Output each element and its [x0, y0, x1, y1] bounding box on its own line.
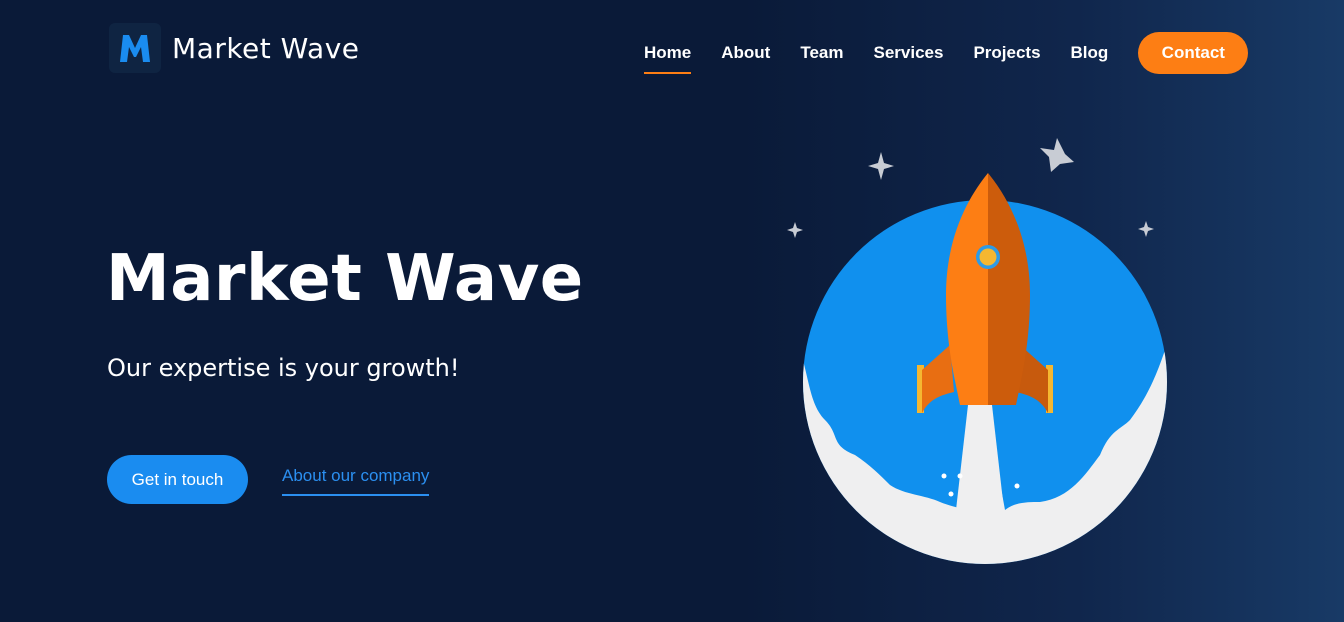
- star-icon: [1138, 221, 1154, 237]
- star-icon: [868, 152, 894, 180]
- brand-logo[interactable]: Market Wave: [109, 23, 360, 73]
- logo-mark-icon: [109, 23, 161, 73]
- rocket-illustration: [770, 130, 1190, 580]
- about-company-link[interactable]: About our company: [282, 466, 430, 496]
- contact-button[interactable]: Contact: [1138, 32, 1249, 74]
- nav-item-services[interactable]: Services: [873, 32, 943, 74]
- hero-title: Market Wave: [106, 242, 584, 316]
- main-nav: Home About Team Services Projects Blog C…: [644, 32, 1249, 74]
- nav-item-home[interactable]: Home: [644, 32, 692, 74]
- nav-item-team[interactable]: Team: [800, 32, 843, 74]
- logo-m-icon: [120, 35, 150, 62]
- nav-item-about[interactable]: About: [721, 32, 770, 74]
- hero-subtitle: Our expertise is your growth!: [107, 354, 460, 382]
- rocket-launch-icon: [787, 138, 1167, 564]
- star-icon: [787, 222, 803, 238]
- brand-name: Market Wave: [172, 31, 360, 65]
- nav-item-blog[interactable]: Blog: [1071, 32, 1109, 74]
- get-in-touch-button[interactable]: Get in touch: [107, 455, 248, 504]
- site-header: Market Wave Home About Team Services Pro…: [0, 0, 1344, 100]
- star-icon: [1040, 138, 1074, 172]
- nav-item-projects[interactable]: Projects: [973, 32, 1040, 74]
